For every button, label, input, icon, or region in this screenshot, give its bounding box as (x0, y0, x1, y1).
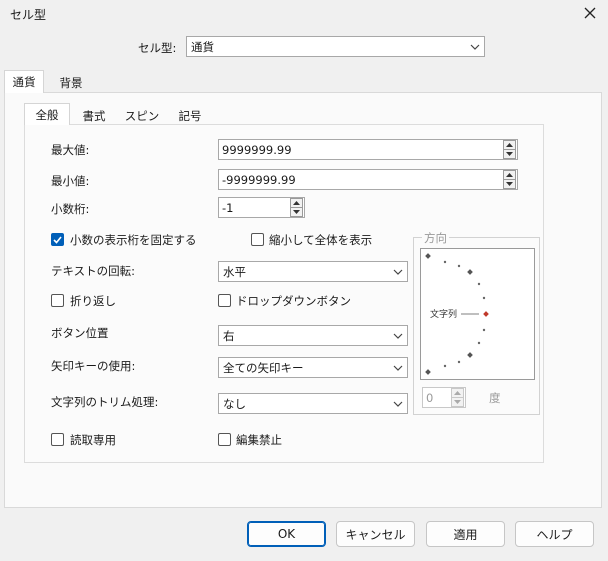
tab-currency[interactable]: 通貨 (4, 70, 44, 93)
apply-button[interactable]: 適用 (426, 521, 505, 547)
ok-button[interactable]: OK (247, 521, 326, 547)
spin-up-icon[interactable] (451, 388, 464, 398)
edit-lock-checkbox[interactable] (218, 433, 231, 446)
cell-type-value: 通貨 (191, 39, 214, 54)
cancel-button[interactable]: キャンセル (336, 521, 415, 547)
button-position-label: ボタン位置 (51, 326, 109, 340)
decimals-text: -1 (222, 200, 234, 215)
max-value-label: 最大値: (51, 143, 90, 157)
spin-down-icon[interactable] (503, 150, 516, 159)
chevron-down-icon (389, 358, 407, 377)
spin-up-icon[interactable] (503, 170, 516, 180)
dial-dot (457, 264, 461, 268)
max-value-input[interactable]: 9999999.99 (218, 139, 518, 160)
arrow-keys-select[interactable]: 全ての矢印キー (218, 357, 408, 378)
tab-spin[interactable]: スピン (118, 105, 166, 127)
dial-dot (443, 260, 447, 264)
spin-up-icon[interactable] (290, 198, 303, 208)
spin-down-icon[interactable] (503, 180, 516, 189)
read-only-checkbox[interactable] (51, 433, 64, 446)
spin-down-icon[interactable] (451, 398, 464, 407)
orientation-dial[interactable]: 文字列 (420, 248, 535, 380)
text-rotation-select[interactable]: 水平 (218, 261, 408, 282)
degree-input[interactable]: 0 (422, 387, 466, 408)
chevron-down-icon (389, 326, 407, 345)
close-button[interactable] (580, 3, 600, 23)
max-value-text: 9999999.99 (222, 142, 292, 157)
orientation-title: 方向 (422, 230, 449, 246)
fixed-decimals-label: 小数の表示桁を固定する (70, 233, 197, 247)
fixed-decimals-checkbox[interactable] (51, 233, 64, 246)
spin-down-icon[interactable] (290, 208, 303, 217)
read-only-label: 読取専用 (70, 433, 116, 447)
min-value-label: 最小値: (51, 174, 90, 188)
dial-dot (443, 364, 447, 368)
dropdown-button-checkbox[interactable] (218, 294, 231, 307)
tab-background[interactable]: 背景 (48, 72, 94, 94)
degree-value: 0 (426, 390, 434, 405)
chevron-down-icon (466, 37, 484, 56)
wrap-label: 折り返し (70, 294, 116, 308)
text-rotation-label: テキストの回転: (51, 264, 136, 278)
min-value-input[interactable]: -9999999.99 (218, 169, 518, 190)
close-icon (584, 7, 596, 19)
arrow-keys-label: 矢印キーの使用: (51, 359, 136, 373)
dial-marker[interactable] (467, 352, 473, 358)
wrap-checkbox[interactable] (51, 294, 64, 307)
dial-dot (477, 341, 481, 345)
dial-marker[interactable] (467, 269, 473, 275)
dial-dot (482, 328, 486, 332)
trim-label: 文字列のトリム処理: (51, 395, 159, 409)
chevron-down-icon (389, 394, 407, 413)
edit-lock-label: 編集禁止 (236, 433, 282, 447)
degree-unit: 度 (489, 391, 501, 405)
tab-format[interactable]: 書式 (72, 105, 116, 127)
dial-dot (457, 360, 461, 364)
window-title: セル型 (10, 8, 47, 22)
tab-symbol[interactable]: 記号 (168, 105, 212, 127)
dial-dot (482, 296, 486, 300)
dial-marker[interactable] (425, 253, 431, 259)
dial-selected-marker[interactable] (483, 311, 489, 317)
decimals-label: 小数桁: (51, 202, 90, 216)
cell-type-label: セル型: (138, 41, 177, 55)
spin-up-icon[interactable] (503, 140, 516, 150)
shrink-to-fit-label: 縮小して全体を表示 (269, 233, 373, 247)
degree-spinner[interactable] (451, 388, 464, 407)
button-position-value: 右 (223, 328, 235, 343)
text-rotation-value: 水平 (223, 264, 246, 279)
dropdown-button-label: ドロップダウンボタン (236, 294, 351, 308)
dial-text: 文字列 (430, 310, 458, 320)
decimals-input[interactable]: -1 (218, 197, 305, 218)
dial-dot (477, 282, 481, 286)
shrink-to-fit-checkbox[interactable] (251, 233, 264, 246)
decimals-spinner[interactable] (290, 198, 303, 217)
checkmark-icon (53, 235, 62, 244)
trim-value: なし (223, 396, 246, 411)
help-button[interactable]: ヘルプ (515, 521, 594, 547)
arrow-keys-value: 全ての矢印キー (223, 360, 304, 375)
min-value-text: -9999999.99 (222, 172, 296, 187)
trim-select[interactable]: なし (218, 393, 408, 414)
button-position-select[interactable]: 右 (218, 325, 408, 346)
cell-type-select[interactable]: 通貨 (186, 36, 485, 57)
chevron-down-icon (389, 262, 407, 281)
dial-marker[interactable] (425, 369, 431, 375)
min-value-spinner[interactable] (503, 170, 516, 189)
tab-general[interactable]: 全般 (24, 103, 70, 125)
max-value-spinner[interactable] (503, 140, 516, 159)
